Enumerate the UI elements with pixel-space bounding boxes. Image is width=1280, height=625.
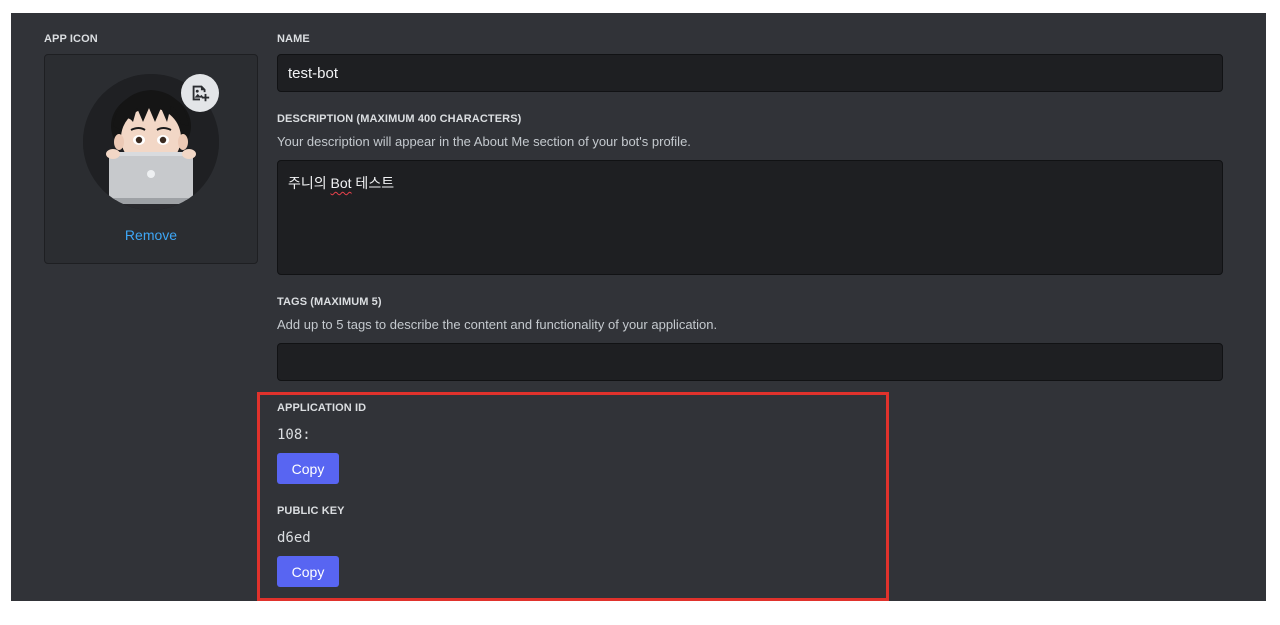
name-input[interactable]: test-bot	[277, 54, 1223, 92]
misspelled-word: Bot	[330, 175, 352, 191]
description-textarea[interactable]: 주니의 Bot 테스트	[277, 160, 1223, 275]
upload-image-button[interactable]	[181, 74, 219, 112]
tags-help-text: Add up to 5 tags to describe the content…	[277, 317, 718, 332]
general-information-panel: APP ICON Remove NAME test-bot DESCRIPTIO…	[11, 13, 1266, 601]
app-icon-box: Remove	[44, 54, 258, 264]
highlight-box	[257, 392, 889, 601]
name-label: NAME	[277, 33, 310, 45]
description-value: 주니의 Bot 테스트	[288, 175, 395, 191]
description-help-text: Your description will appear in the Abou…	[277, 134, 691, 149]
remove-icon-link[interactable]: Remove	[45, 227, 257, 243]
name-input-value: test-bot	[288, 65, 339, 82]
description-label: DESCRIPTION (MAXIMUM 400 CHARACTERS)	[277, 113, 522, 125]
app-icon-label: APP ICON	[44, 33, 98, 45]
image-plus-icon	[192, 85, 210, 102]
tags-input[interactable]	[277, 343, 1223, 381]
tags-label: TAGS (MAXIMUM 5)	[277, 296, 382, 308]
